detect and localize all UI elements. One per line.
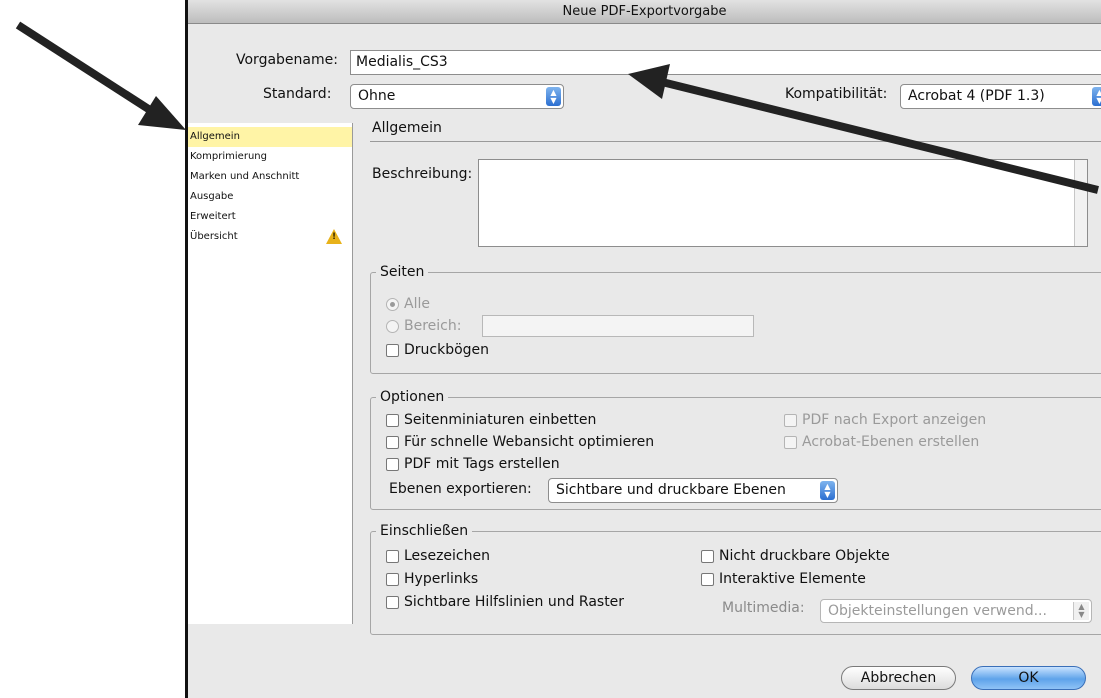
arrow-to-sidebar [15,21,186,130]
annotation-arrows [15,21,1099,194]
arrow-to-preset-name [628,64,1099,194]
